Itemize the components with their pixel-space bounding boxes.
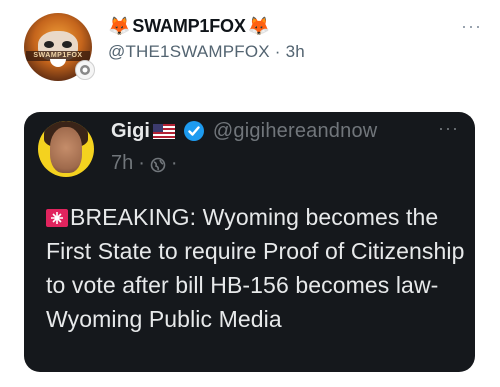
separator-dot: ·: [170, 152, 178, 174]
globe-icon: [150, 156, 166, 172]
quoted-user-avatar[interactable]: [38, 121, 94, 177]
verified-badge-icon[interactable]: [183, 120, 205, 142]
avatar-face: [50, 127, 82, 173]
quoted-display-name[interactable]: Gigi: [111, 120, 150, 143]
user-handle[interactable]: @THE1SWAMPFOX: [108, 42, 270, 61]
more-options-button[interactable]: ···: [461, 16, 482, 37]
tweet-time[interactable]: 3h: [286, 42, 305, 61]
affiliate-badge-icon[interactable]: [75, 60, 95, 80]
separator-dot: ·: [138, 152, 145, 174]
avatar-eye-left: [44, 41, 54, 48]
quoted-tweet-body: BREAKING: Wyoming becomes the First Stat…: [46, 204, 465, 332]
siren-emoji-icon: [46, 202, 68, 227]
quoted-name-row: Gigi @gigihereandnow: [111, 117, 377, 145]
quoted-tweet-time[interactable]: 7h: [111, 152, 133, 175]
quoted-tweet-text: BREAKING: Wyoming becomes the First Stat…: [46, 200, 466, 336]
handle-row: @THE1SWAMPFOX · 3h: [108, 42, 305, 62]
us-flag-icon: [152, 123, 175, 139]
display-name[interactable]: SWAMP1FOX: [132, 16, 245, 37]
separator-dot: ·: [274, 42, 281, 61]
fox-emoji-icon: 🦊: [108, 16, 131, 36]
avatar-eye-right: [62, 41, 72, 48]
outer-tweet-header: SWAMP1FOX 🦊 SWAMP1FOX 🦊 @THE1SWAMPFOX · …: [0, 0, 500, 100]
avatar-mouth: [50, 59, 66, 67]
quoted-meta-row: 7h · ·: [111, 152, 183, 175]
quoted-more-options-button[interactable]: ···: [438, 118, 459, 139]
quoted-user-handle[interactable]: @gigihereandnow: [213, 120, 378, 143]
quoted-tweet-card[interactable]: Gigi @gigihereandnow ··· 7h · · BREAKING…: [24, 112, 475, 372]
display-name-row[interactable]: 🦊 SWAMP1FOX 🦊: [108, 14, 270, 38]
fox-emoji-icon: 🦊: [247, 16, 271, 36]
